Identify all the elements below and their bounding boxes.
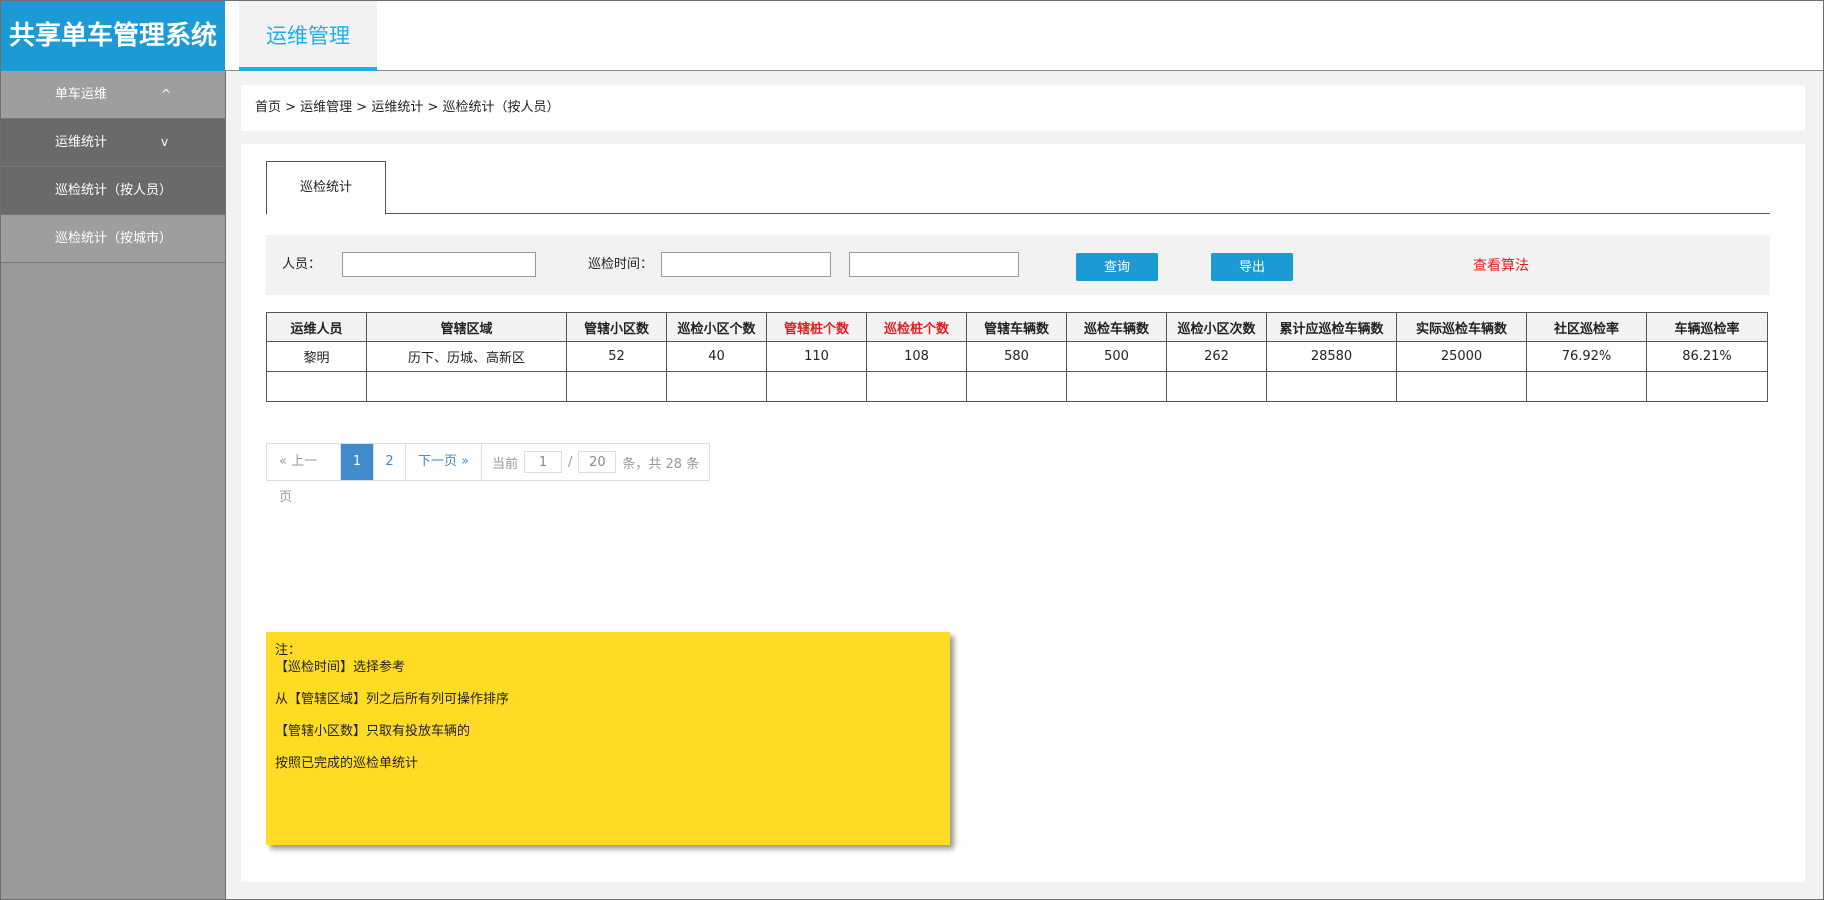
page-separator: / [568, 454, 573, 470]
note-box: 注： 【巡检时间】选择参考 从【管辖区域】列之后所有列可操作排序 【管辖小区数】… [266, 632, 950, 845]
sidebar-item-label: 巡检统计（按城市） [55, 231, 173, 246]
table-header-row: 运维人员 管辖区域 管辖小区数 巡检小区个数 管辖桩个数 巡检桩个数 管辖车辆数… [266, 312, 1768, 342]
current-label: 当前 [492, 456, 519, 472]
table-cell: 40 [666, 341, 767, 372]
table-cell [1166, 371, 1267, 402]
note-line: 按照已完成的巡检单统计 [275, 756, 419, 771]
tab-bar: 巡检统计 [266, 161, 1770, 215]
stats-panel: 巡检统计 人员： 巡检时间： 查询 导出 查看算法 运维人员 管辖区域 管辖小区… [241, 144, 1805, 882]
table-cell [566, 371, 667, 402]
col-header[interactable]: 巡检小区次数 [1166, 312, 1267, 342]
col-header[interactable]: 车辆巡检率 [1646, 312, 1768, 342]
next-page-button[interactable]: 下一页 » [406, 444, 482, 480]
table-cell [1396, 371, 1527, 402]
pagination: « 上一页 1 2 下一页 » 当前 1 / 20 条，共 28 条 [266, 443, 711, 505]
top-nav: 运维管理 [225, 1, 1823, 71]
view-algorithm-link[interactable]: 查看算法 [1473, 235, 1529, 297]
table-cell: 110 [766, 341, 867, 372]
table-cell: 52 [566, 341, 667, 372]
col-header[interactable]: 巡检桩个数 [866, 312, 967, 342]
time-label: 巡检时间： [588, 257, 654, 272]
page-button-2[interactable]: 2 [374, 444, 406, 480]
col-header[interactable]: 管辖小区数 [566, 312, 667, 342]
person-label: 人员： [282, 257, 322, 272]
table-cell: 28580 [1266, 341, 1397, 372]
table-cell: 25000 [1396, 341, 1527, 372]
col-header[interactable]: 管辖车辆数 [966, 312, 1067, 342]
breadcrumb: 首页 > 运维管理 > 运维统计 > 巡检统计（按人员） [241, 85, 1805, 131]
sidebar-item-label: 运维统计 [55, 135, 108, 150]
note-line: 【管辖小区数】只取有投放车辆的 [275, 724, 471, 739]
col-header[interactable]: 巡检小区个数 [666, 312, 767, 342]
note-line: 【巡检时间】选择参考 [275, 660, 406, 675]
query-button[interactable]: 查询 [1076, 253, 1158, 281]
col-header[interactable]: 累计应巡检车辆数 [1266, 312, 1397, 342]
col-header[interactable]: 社区巡检率 [1526, 312, 1647, 342]
col-header[interactable]: 实际巡检车辆数 [1396, 312, 1527, 342]
col-header: 管辖区域 [366, 312, 567, 342]
note-line: 从【管辖区域】列之后所有列可操作排序 [275, 692, 510, 707]
note-line: 注： [275, 643, 302, 658]
table-row: 黎明 历下、历城、高新区 52 40 110 108 580 500 262 2… [266, 341, 1768, 372]
filter-bar: 人员： 巡检时间： 查询 导出 查看算法 [266, 235, 1770, 295]
page-size-input[interactable]: 20 [578, 451, 617, 473]
export-button[interactable]: 导出 [1211, 253, 1293, 281]
table-cell [766, 371, 867, 402]
table-cell: 黎明 [266, 341, 367, 372]
table-cell [1066, 371, 1167, 402]
chevron-up-icon: ^ [161, 87, 172, 101]
sidebar-item-inspection-by-city[interactable]: 巡检统计（按城市） [1, 215, 225, 263]
table-cell [1266, 371, 1397, 402]
col-header[interactable]: 巡检车辆数 [1066, 312, 1167, 342]
sidebar-item-inspection-by-person[interactable]: 巡检统计（按人员） [1, 167, 225, 215]
table-cell [966, 371, 1067, 402]
chevron-down-icon: v [161, 135, 169, 149]
table-cell [1526, 371, 1647, 402]
top-tab-ops[interactable]: 运维管理 [239, 1, 377, 71]
table-cell: 76.92% [1526, 341, 1647, 372]
current-page-input[interactable]: 1 [524, 451, 563, 473]
table-cell: 86.21% [1646, 341, 1768, 372]
sidebar-item-ops-stats[interactable]: 运维统计 v [1, 119, 225, 167]
page-button-1[interactable]: 1 [341, 444, 374, 480]
main-content: 首页 > 运维管理 > 运维统计 > 巡检统计（按人员） 巡检统计 人员： 巡检… [226, 72, 1823, 899]
table-cell [1646, 371, 1768, 402]
table-cell [866, 371, 967, 402]
table-row [266, 371, 1768, 402]
table-cell: 历下、历城、高新区 [366, 341, 567, 372]
time-from-input[interactable] [661, 252, 831, 277]
app-logo-title: 共享单车管理系统 [1, 1, 225, 71]
col-header: 运维人员 [266, 312, 367, 342]
sidebar: 单车运维 ^ 运维统计 v 巡检统计（按人员） 巡检统计（按城市） [1, 71, 226, 899]
table-cell [666, 371, 767, 402]
col-header[interactable]: 管辖桩个数 [766, 312, 867, 342]
prev-page-button[interactable]: « 上一页 [267, 444, 341, 505]
person-input[interactable] [342, 252, 536, 277]
total-text: 条，共 28 条 [622, 456, 700, 472]
table-cell [266, 371, 367, 402]
table-cell: 262 [1166, 341, 1267, 372]
stats-table: 运维人员 管辖区域 管辖小区数 巡检小区个数 管辖桩个数 巡检桩个数 管辖车辆数… [266, 312, 1768, 402]
sidebar-item-label: 巡检统计（按人员） [55, 183, 173, 198]
sidebar-item-label: 单车运维 [55, 87, 108, 102]
table-cell: 108 [866, 341, 967, 372]
table-cell: 580 [966, 341, 1067, 372]
sidebar-item-bike-ops[interactable]: 单车运维 ^ [1, 71, 225, 119]
table-cell: 500 [1066, 341, 1167, 372]
app-frame: 共享单车管理系统 运维管理 单车运维 ^ 运维统计 v 巡检统计（按人员） 巡检… [0, 0, 1824, 900]
time-to-input[interactable] [849, 252, 1019, 277]
page-info: 当前 1 / 20 条，共 28 条 [482, 444, 709, 480]
tab-inspection-stats[interactable]: 巡检统计 [266, 161, 386, 215]
table-cell [366, 371, 567, 402]
